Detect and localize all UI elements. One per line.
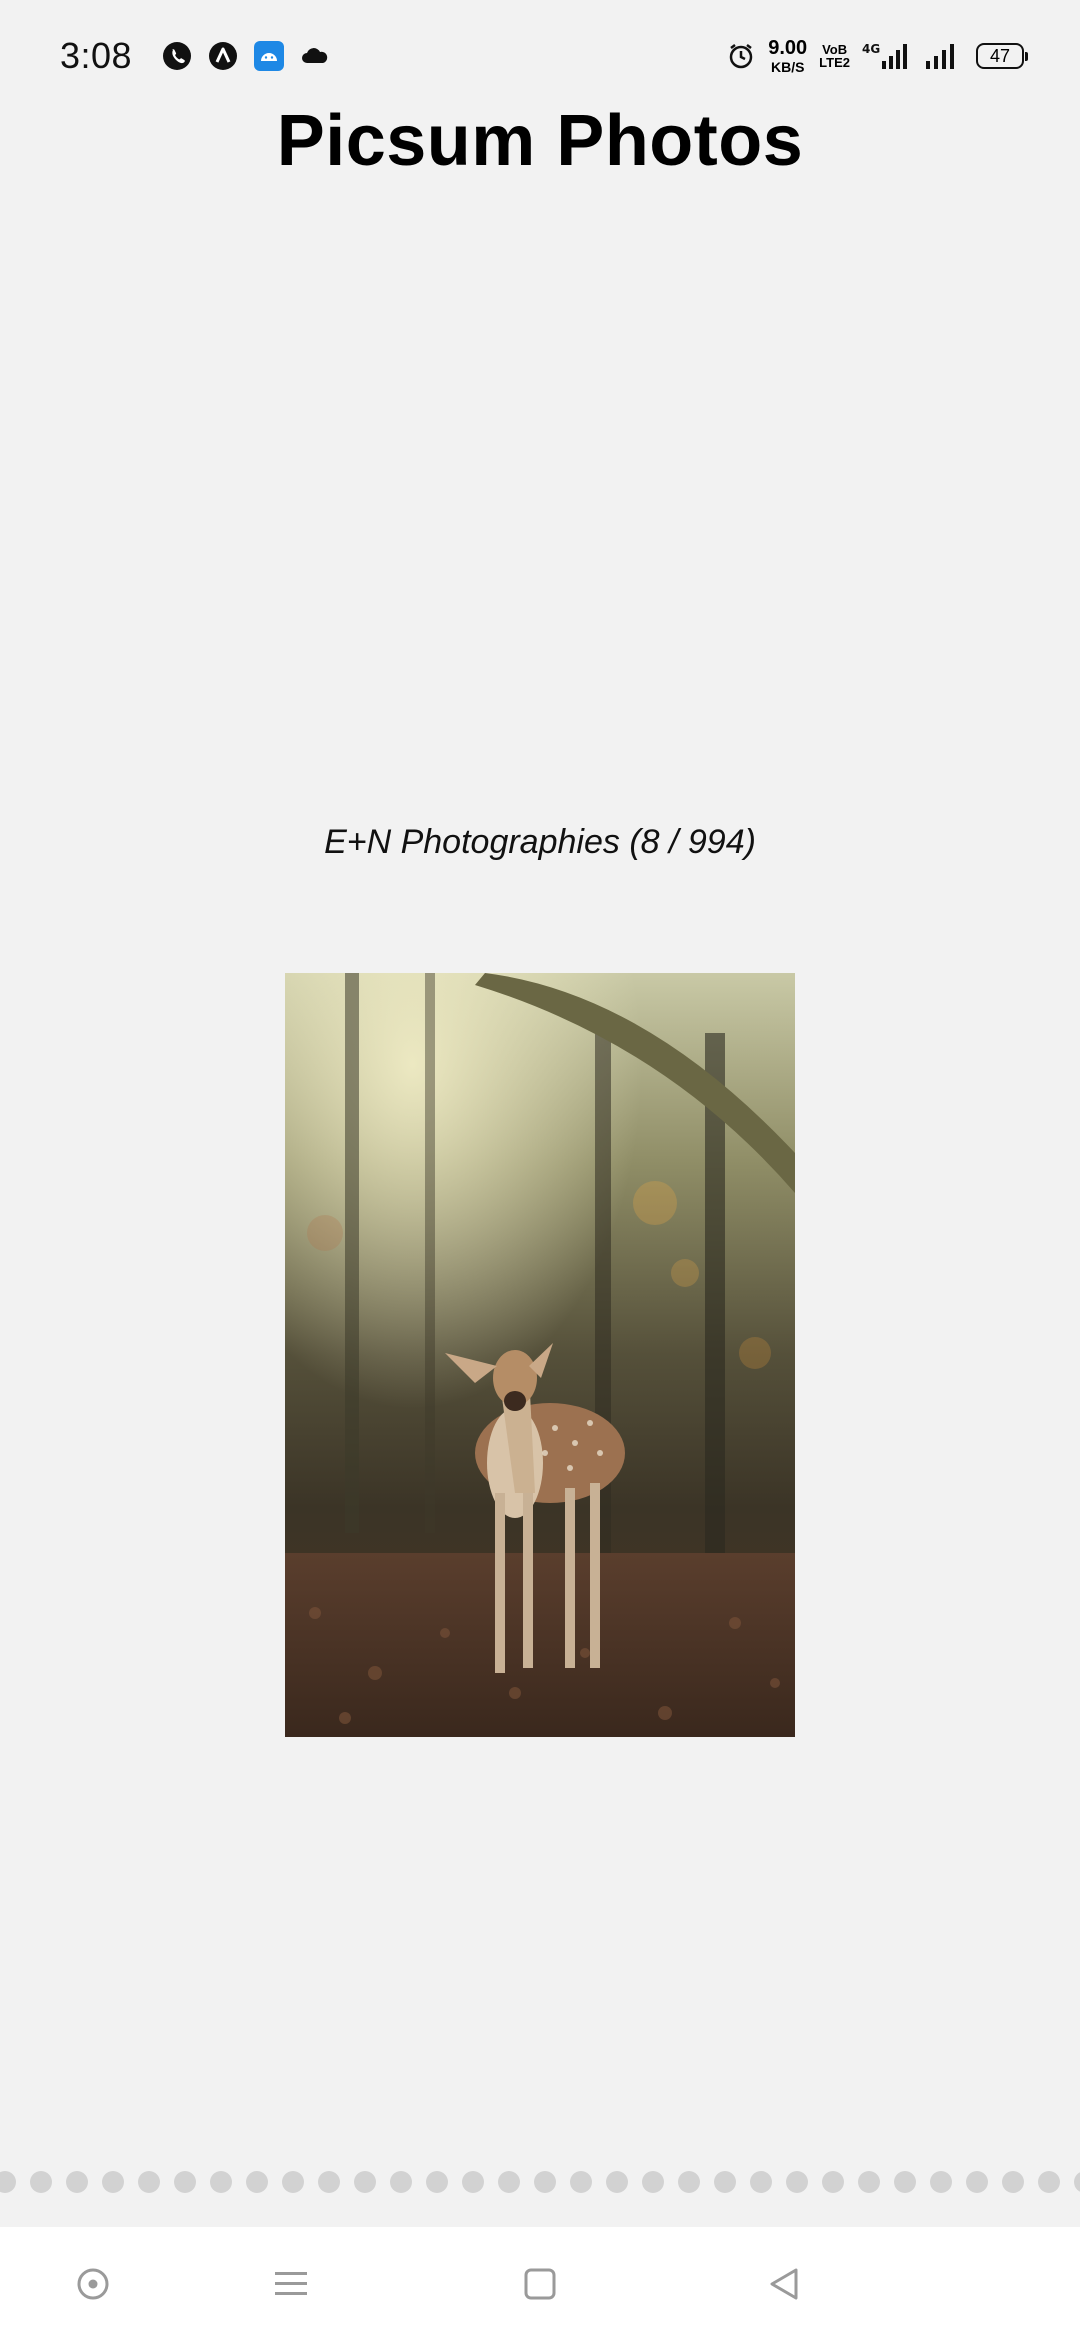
page-dot[interactable] <box>390 2171 412 2193</box>
status-bar-left: 3:08 <box>60 35 330 77</box>
page-dot[interactable] <box>426 2171 448 2193</box>
page-dot[interactable] <box>750 2171 772 2193</box>
back-icon <box>770 2268 798 2299</box>
page-dot[interactable] <box>66 2171 88 2193</box>
back-button[interactable] <box>724 2227 844 2340</box>
page-dot[interactable] <box>1074 2171 1080 2193</box>
navigation-bar <box>0 2227 1080 2340</box>
page-dot[interactable] <box>174 2171 196 2193</box>
page-indicator <box>0 2171 1080 2193</box>
page-dot[interactable] <box>534 2171 556 2193</box>
menu-icon <box>275 2271 307 2295</box>
page-dot[interactable] <box>0 2171 16 2193</box>
page-dot[interactable] <box>318 2171 340 2193</box>
fawn-in-forest-photo <box>285 973 795 1737</box>
page-dot[interactable] <box>678 2171 700 2193</box>
page-dot[interactable] <box>570 2171 592 2193</box>
home-icon <box>524 2268 556 2299</box>
photo-image[interactable] <box>285 973 795 1737</box>
alarm-icon <box>726 41 756 71</box>
cloud-icon <box>300 41 330 71</box>
whatsapp-icon <box>162 41 192 71</box>
page-dot[interactable] <box>498 2171 520 2193</box>
page-dot[interactable] <box>462 2171 484 2193</box>
status-time: 3:08 <box>60 35 133 76</box>
status-bar-right: 9.00 KB/S VoB LTE2 4G 47 <box>726 38 1028 74</box>
page-dot[interactable] <box>138 2171 160 2193</box>
page-dot[interactable] <box>1002 2171 1024 2193</box>
battery-indicator: 47 <box>976 43 1028 69</box>
volte-bottom: LTE2 <box>819 55 850 70</box>
page-dot[interactable] <box>930 2171 952 2193</box>
network-speed-value: 9.00 <box>768 37 808 59</box>
assistant-button[interactable] <box>33 2227 153 2340</box>
android-app-icon <box>254 41 285 71</box>
assistant-icon <box>77 2268 109 2299</box>
page-dot[interactable] <box>30 2171 52 2193</box>
page-dot[interactable] <box>858 2171 880 2193</box>
network-speed-unit: KB/S <box>770 59 805 75</box>
volte-indicator: VoB LTE2 <box>819 43 850 69</box>
network-type-label: 4G <box>862 42 880 56</box>
page-dot[interactable] <box>642 2171 664 2193</box>
page-dot[interactable] <box>606 2171 628 2193</box>
arc-icon <box>208 41 238 71</box>
photo-caption: E+N Photographies (8 / 994) <box>324 823 756 861</box>
status-bar: 3:08 9.00 KB/S VoB LTE2 4G 47 <box>0 0 1080 112</box>
page-dot[interactable] <box>786 2171 808 2193</box>
signal-icon <box>924 41 960 71</box>
page-dot[interactable] <box>210 2171 232 2193</box>
network-speed: 9.00 KB/S <box>768 38 807 74</box>
signal-4g-icon: 4G <box>862 41 912 71</box>
menu-button[interactable] <box>231 2227 351 2340</box>
page-dot[interactable] <box>354 2171 376 2193</box>
page-dot[interactable] <box>894 2171 916 2193</box>
page-dot[interactable] <box>246 2171 268 2193</box>
page-dot[interactable] <box>102 2171 124 2193</box>
page-dot[interactable] <box>282 2171 304 2193</box>
page-dot[interactable] <box>714 2171 736 2193</box>
page-dot[interactable] <box>966 2171 988 2193</box>
home-button[interactable] <box>480 2227 600 2340</box>
page-dot[interactable] <box>822 2171 844 2193</box>
page-dot[interactable] <box>1038 2171 1060 2193</box>
app-title: Picsum Photos <box>276 101 804 181</box>
